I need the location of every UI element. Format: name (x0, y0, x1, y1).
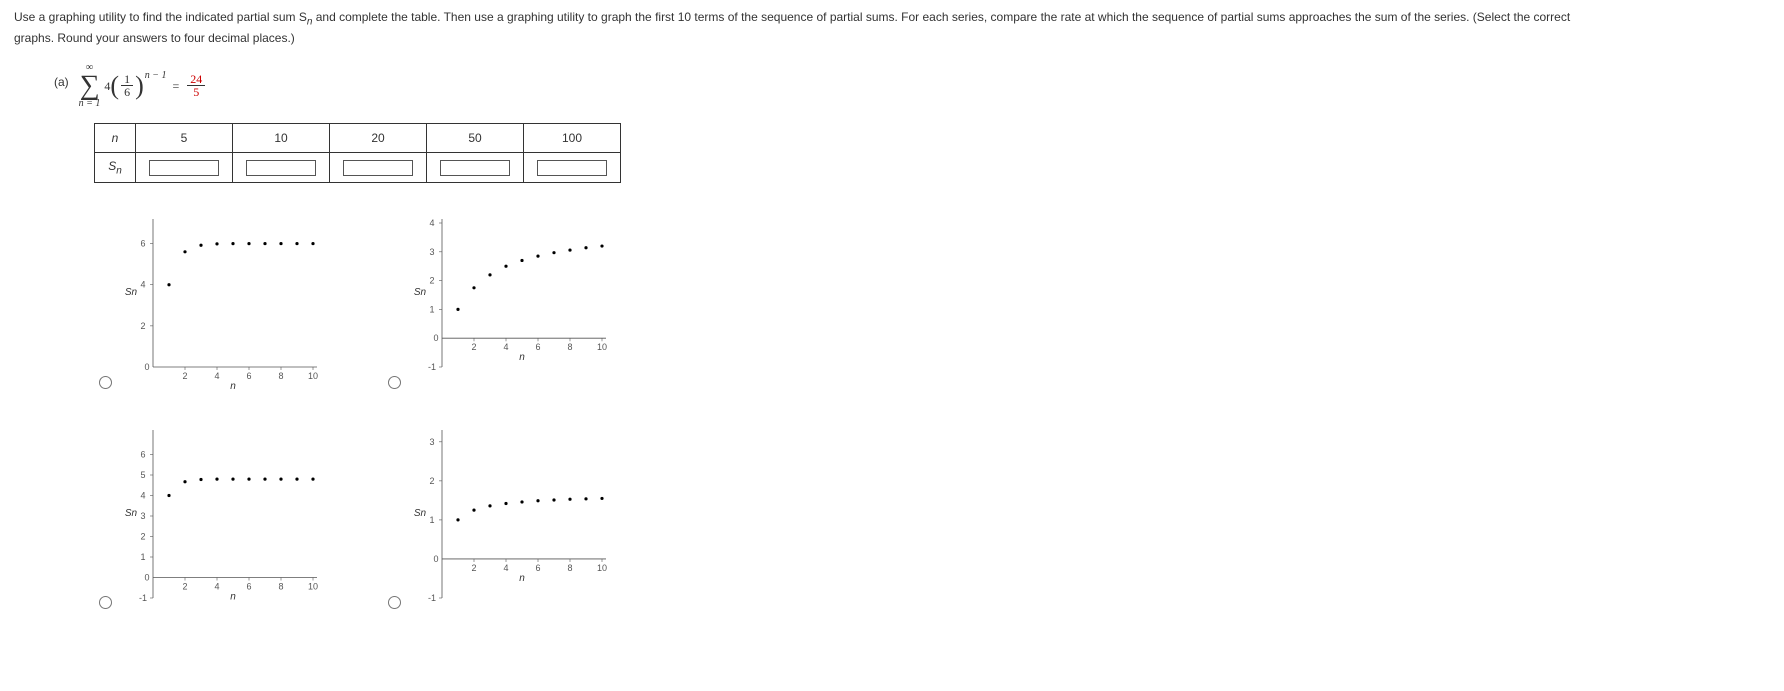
svg-text:4: 4 (503, 343, 508, 353)
svg-text:Sn: Sn (125, 508, 138, 519)
input-s50[interactable] (440, 160, 510, 176)
chart-2: 2 4 6 8 10 -1 1 2 3 4 0 n Sn (412, 213, 612, 393)
svg-text:0: 0 (144, 572, 149, 582)
radio-chart-3[interactable] (99, 596, 112, 609)
svg-text:-1: -1 (139, 593, 147, 603)
right-paren-icon: ) (135, 76, 144, 97)
svg-text:8: 8 (278, 581, 283, 591)
svg-text:0: 0 (433, 334, 438, 344)
svg-text:4: 4 (140, 280, 145, 290)
svg-text:6: 6 (246, 581, 251, 591)
svg-text:n: n (519, 353, 525, 364)
svg-text:3: 3 (140, 511, 145, 521)
chart-1: 2 4 6 8 10 2 4 6 0 n Sn (123, 213, 323, 393)
svg-text:10: 10 (308, 581, 318, 591)
svg-text:-1: -1 (428, 593, 436, 603)
chart-4: 2 4 6 8 10 -1 1 2 3 0 n Sn (412, 424, 612, 624)
exponent: n − 1 (145, 68, 167, 83)
svg-text:4: 4 (214, 371, 219, 381)
svg-text:2: 2 (182, 581, 187, 591)
svg-text:2: 2 (429, 476, 434, 486)
svg-text:-1: -1 (428, 362, 436, 372)
svg-text:2: 2 (471, 563, 476, 573)
svg-text:n: n (519, 573, 525, 584)
sigma-notation: ∞ ∑ n = 1 (79, 63, 101, 108)
part-label: (a) (54, 63, 69, 91)
input-s10[interactable] (246, 160, 316, 176)
rhs-fraction: 24 5 (187, 73, 205, 98)
chart-3: 2 4 6 8 10 -1 1 2 3 4 5 6 0 n Sn (123, 424, 323, 624)
svg-text:4: 4 (429, 218, 434, 228)
svg-text:2: 2 (140, 321, 145, 331)
svg-text:4: 4 (503, 563, 508, 573)
problem-a: (a) ∞ ∑ n = 1 4 ( 1 6 ) n − 1 = 24 5 (54, 63, 1770, 108)
svg-text:3: 3 (429, 247, 434, 257)
svg-text:8: 8 (567, 343, 572, 353)
header-sn: Sn (95, 152, 136, 182)
svg-text:0: 0 (433, 554, 438, 564)
col-n-50: 50 (427, 123, 524, 152)
col-n-20: 20 (330, 123, 427, 152)
svg-text:4: 4 (214, 581, 219, 591)
sigma-icon: ∑ (80, 73, 100, 98)
svg-text:6: 6 (140, 449, 145, 459)
svg-text:Sn: Sn (125, 287, 138, 298)
svg-text:Sn: Sn (414, 508, 427, 519)
svg-text:2: 2 (182, 371, 187, 381)
svg-text:4: 4 (140, 490, 145, 500)
svg-text:6: 6 (535, 563, 540, 573)
svg-text:8: 8 (567, 563, 572, 573)
left-paren-icon: ( (110, 76, 119, 97)
radio-chart-4[interactable] (388, 596, 401, 609)
radio-chart-1[interactable] (99, 376, 112, 389)
svg-text:10: 10 (597, 563, 607, 573)
svg-text:6: 6 (535, 343, 540, 353)
instructions-text: Use a graphing utility to find the indic… (14, 8, 1770, 47)
svg-text:6: 6 (140, 239, 145, 249)
series-formula: ∞ ∑ n = 1 4 ( 1 6 ) n − 1 = 24 5 (79, 63, 208, 108)
svg-text:10: 10 (597, 343, 607, 353)
svg-text:8: 8 (278, 371, 283, 381)
svg-text:6: 6 (246, 371, 251, 381)
svg-text:1: 1 (429, 305, 434, 315)
input-s5[interactable] (149, 160, 219, 176)
chart-options: 2468102460nSn 246810-112340nSn 246810-11… (94, 213, 1770, 624)
svg-text:n: n (230, 381, 236, 392)
svg-text:n: n (230, 591, 236, 602)
col-n-10: 10 (233, 123, 330, 152)
svg-text:2: 2 (140, 531, 145, 541)
header-n: n (95, 123, 136, 152)
input-s20[interactable] (343, 160, 413, 176)
col-n-5: 5 (136, 123, 233, 152)
svg-text:0: 0 (144, 362, 149, 372)
svg-text:1: 1 (429, 515, 434, 525)
svg-text:Sn: Sn (414, 287, 427, 298)
radio-chart-2[interactable] (388, 376, 401, 389)
svg-text:2: 2 (471, 343, 476, 353)
svg-text:5: 5 (140, 470, 145, 480)
partial-sums-table: n 5 10 20 50 100 Sn (94, 123, 621, 183)
col-n-100: 100 (524, 123, 621, 152)
svg-text:2: 2 (429, 276, 434, 286)
input-s100[interactable] (537, 160, 607, 176)
equals-sign: = (173, 77, 180, 95)
inner-fraction: 1 6 (121, 73, 133, 98)
svg-text:1: 1 (140, 552, 145, 562)
svg-text:3: 3 (429, 437, 434, 447)
svg-text:10: 10 (308, 371, 318, 381)
